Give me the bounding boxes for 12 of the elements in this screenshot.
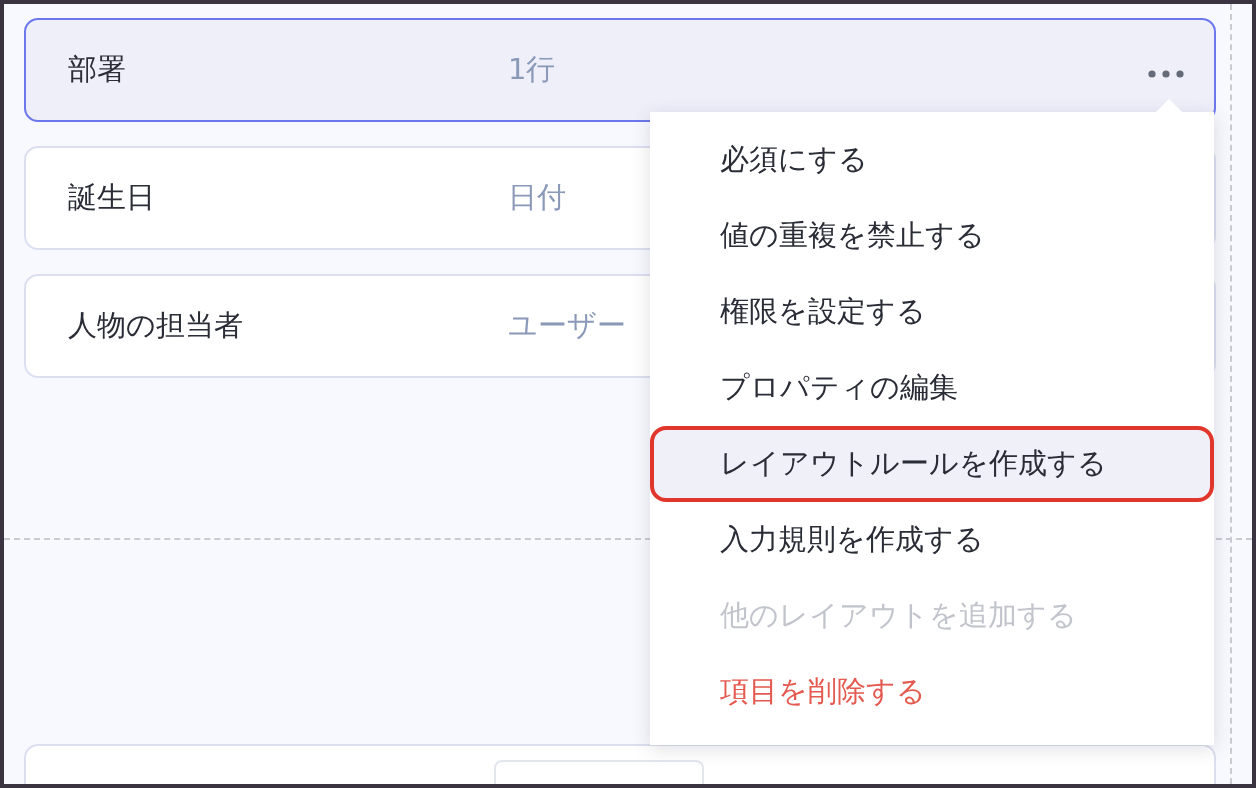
field-card[interactable]: 部署 1行 [24, 18, 1216, 122]
field-type: ユーザー [508, 307, 626, 344]
menu-item[interactable]: 権限を設定する [650, 274, 1214, 350]
field-name: 部署 [68, 51, 127, 88]
more-icon[interactable] [1148, 70, 1184, 78]
field-type: 日付 [508, 179, 566, 216]
field-name: 人物の担当者 [68, 307, 244, 344]
menu-item[interactable]: 入力規則を作成する [650, 502, 1214, 578]
field-type: 1行 [508, 51, 556, 88]
menu-item[interactable]: 項目を削除する [650, 654, 1214, 730]
field-name: 誕生日 [68, 179, 156, 216]
menu-item[interactable]: レイアウトルールを作成する [650, 426, 1214, 502]
